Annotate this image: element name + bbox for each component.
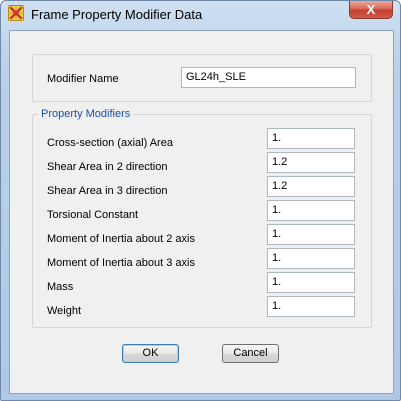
row-label-inertia-2: Moment of Inertia about 2 axis (47, 233, 195, 245)
cancel-button[interactable]: Cancel (222, 344, 279, 363)
input-shear-area-3[interactable]: 1.2 (267, 176, 355, 197)
close-icon: X (366, 2, 376, 17)
input-inertia-2[interactable]: 1. (267, 224, 355, 245)
row-label-axial-area: Cross-section (axial) Area (47, 137, 173, 149)
row-label-weight: Weight (47, 305, 82, 317)
input-torsional-constant[interactable]: 1. (267, 200, 355, 221)
row-label-shear-area-2: Shear Area in 2 direction (47, 161, 168, 173)
input-axial-area[interactable]: 1. (267, 128, 355, 149)
title-bar[interactable]: Frame Property Modifier Data X (1, 1, 400, 29)
app-logo-icon (8, 5, 24, 21)
input-mass[interactable]: 1. (267, 272, 355, 293)
close-button[interactable]: X (349, 1, 393, 19)
modifier-name-label: Modifier Name (47, 73, 119, 85)
row-label-shear-area-3: Shear Area in 3 direction (47, 185, 168, 197)
row-label-torsional-constant: Torsional Constant (47, 209, 139, 221)
input-weight[interactable]: 1. (267, 296, 355, 317)
window-title: Frame Property Modifier Data (31, 7, 203, 22)
input-shear-area-2[interactable]: 1.2 (267, 152, 355, 173)
modifier-name-input[interactable]: GL24h_SLE (181, 67, 356, 88)
row-label-inertia-3: Moment of Inertia about 3 axis (47, 257, 195, 269)
row-label-mass: Mass (47, 281, 74, 293)
property-modifiers-legend: Property Modifiers (38, 108, 134, 120)
input-inertia-3[interactable]: 1. (267, 248, 355, 269)
ok-button[interactable]: OK (122, 344, 179, 363)
